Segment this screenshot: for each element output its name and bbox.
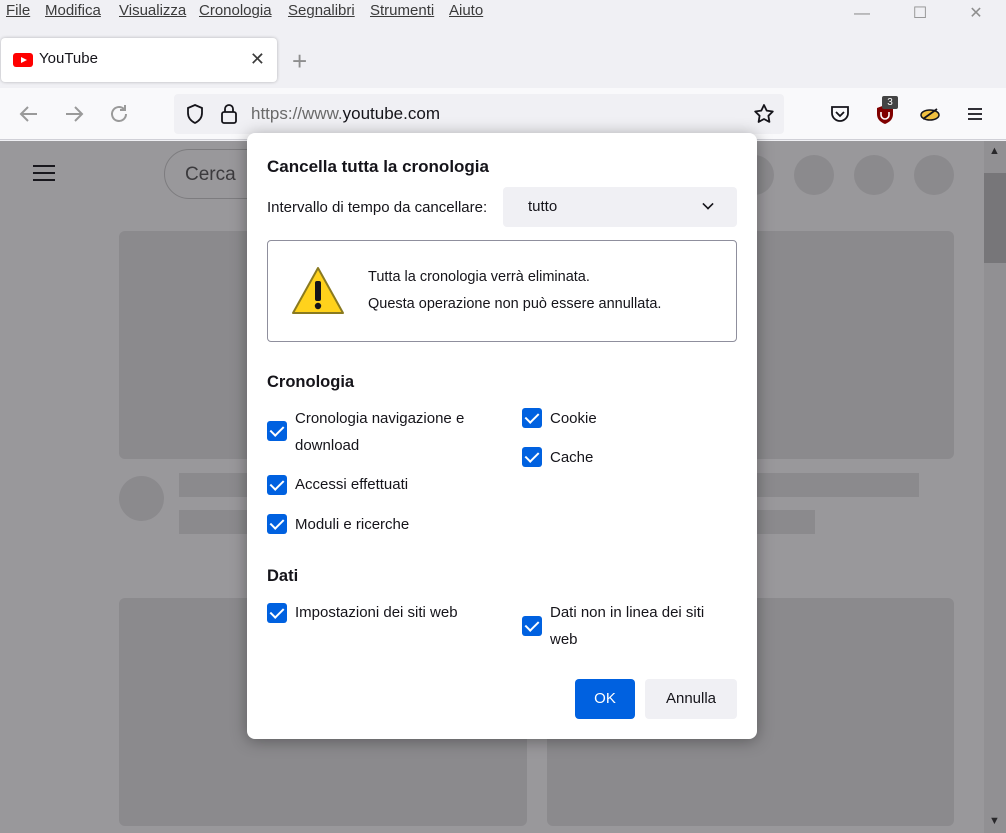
- time-range-value: tutto: [528, 198, 558, 215]
- back-arrow-icon[interactable]: [17, 102, 41, 126]
- reload-icon[interactable]: [107, 102, 131, 126]
- forms-searches-label[interactable]: Moduli e ricerche: [295, 511, 409, 538]
- offline-data-checkbox[interactable]: [522, 616, 542, 636]
- shield-icon[interactable]: [184, 103, 206, 130]
- dialog-title: Cancella tutta la cronologia: [267, 157, 489, 176]
- tab-youtube[interactable]: YouTube ✕: [1, 38, 277, 82]
- site-settings-label[interactable]: Impostazioni dei siti web: [295, 599, 458, 626]
- menu-modifica[interactable]: Modifica: [45, 2, 101, 19]
- youtube-favicon-icon: [13, 53, 33, 67]
- lock-icon[interactable]: [218, 102, 240, 131]
- warning-text-line1: Tutta la cronologia verrà eliminata.: [368, 269, 590, 285]
- menu-aiuto[interactable]: Aiuto: [449, 2, 483, 19]
- time-range-label: Intervallo di tempo da cancellare:: [267, 199, 488, 216]
- forms-searches-checkbox[interactable]: [267, 514, 287, 534]
- offline-data-label[interactable]: Dati non in linea dei siti web: [550, 599, 704, 653]
- extension-icon[interactable]: [918, 102, 942, 126]
- ok-button[interactable]: OK: [575, 679, 635, 719]
- forward-arrow-icon[interactable]: [62, 102, 86, 126]
- cookies-checkbox[interactable]: [522, 408, 542, 428]
- ublock-badge: 3: [882, 96, 898, 109]
- bookmark-star-icon[interactable]: [752, 102, 776, 131]
- cache-checkbox[interactable]: [522, 447, 542, 467]
- browsing-history-checkbox[interactable]: [267, 421, 287, 441]
- logins-checkbox[interactable]: [267, 475, 287, 495]
- cancel-button[interactable]: Annulla: [645, 679, 737, 719]
- close-tab-icon[interactable]: ✕: [250, 49, 265, 70]
- menu-bar: File Modifica Visualizza Cronologia Segn…: [0, 0, 1006, 28]
- pocket-icon[interactable]: [828, 102, 852, 126]
- url-bar[interactable]: https://www.youtube.com: [174, 94, 784, 134]
- menu-visualizza[interactable]: Visualizza: [119, 2, 186, 19]
- time-range-select[interactable]: tutto: [503, 187, 737, 227]
- cache-label[interactable]: Cache: [550, 444, 593, 471]
- tab-title: YouTube: [39, 50, 98, 67]
- warning-box: Tutta la cronologia verrà eliminata. Que…: [267, 240, 737, 342]
- menu-file[interactable]: File: [6, 2, 30, 19]
- menu-strumenti[interactable]: Strumenti: [370, 2, 434, 19]
- close-window-button[interactable]: ✕: [966, 4, 986, 24]
- logins-label[interactable]: Accessi effettuati: [295, 471, 408, 498]
- clear-history-dialog: Cancella tutta la cronologia Intervallo …: [247, 133, 757, 739]
- browsing-history-label[interactable]: Cronologia navigazione e download: [295, 405, 464, 459]
- warning-icon: [290, 265, 346, 317]
- tab-strip: YouTube ✕ +: [0, 28, 1006, 88]
- site-settings-checkbox[interactable]: [267, 603, 287, 623]
- new-tab-button[interactable]: +: [292, 46, 307, 77]
- url-text[interactable]: https://www.youtube.com: [251, 104, 440, 124]
- chevron-down-icon: [702, 198, 714, 210]
- history-section-title: Cronologia: [267, 373, 355, 391]
- minimize-button[interactable]: —: [852, 4, 872, 24]
- data-section-title: Dati: [267, 567, 299, 585]
- cookies-label[interactable]: Cookie: [550, 405, 597, 432]
- hamburger-menu-icon[interactable]: [963, 102, 987, 126]
- warning-text-line2: Questa operazione non può essere annulla…: [368, 296, 662, 312]
- menu-cronologia[interactable]: Cronologia: [199, 2, 272, 19]
- menu-segnalibri[interactable]: Segnalibri: [288, 2, 355, 19]
- maximize-button[interactable]: ☐: [910, 4, 930, 24]
